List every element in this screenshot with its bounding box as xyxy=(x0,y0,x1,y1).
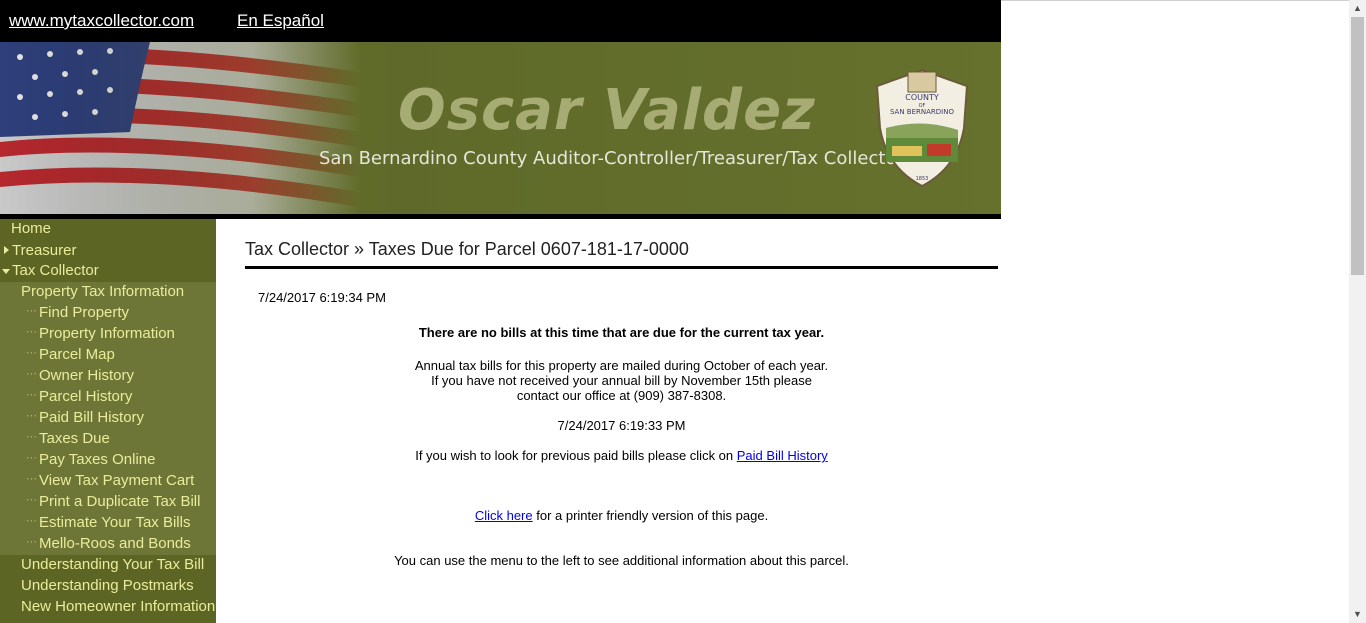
top-bar: www.mytaxcollector.com En Español xyxy=(0,0,1001,42)
sidebar-item-print-duplicate-tax-bill[interactable]: ⋯ Print a Duplicate Tax Bill xyxy=(0,492,216,513)
timestamp-mid: 7/24/2017 6:19:33 PM xyxy=(557,418,686,433)
scrollbar-thumb[interactable] xyxy=(1351,17,1364,275)
sidebar-item-label: Mello-Roos and Bonds xyxy=(39,535,191,552)
official-title: San Bernardino County Auditor-Controller… xyxy=(319,148,904,169)
timestamp-top: 7/24/2017 6:19:34 PM xyxy=(258,290,386,305)
sidebar-item-treasurer[interactable]: Treasurer xyxy=(0,240,216,261)
paid-bill-history-row: If you wish to look for previous paid bi… xyxy=(216,448,1027,463)
sidebar-item-property-tax-information[interactable]: Property Tax Information xyxy=(0,282,216,303)
annual-bill-info-line1: Annual tax bills for this property are m… xyxy=(414,358,829,373)
tree-line-icon: ⋯ xyxy=(26,515,37,527)
sidebar-item-view-tax-payment-cart[interactable]: ⋯ View Tax Payment Cart xyxy=(0,471,216,492)
tree-line-icon: ⋯ xyxy=(26,536,37,548)
header-banner: Oscar Valdez San Bernardino County Audit… xyxy=(0,42,1001,214)
tree-line-icon: ⋯ xyxy=(26,389,37,401)
sidebar-item-find-property[interactable]: ⋯ Find Property xyxy=(0,303,216,324)
spanish-link[interactable]: En Español xyxy=(237,11,324,31)
main-content: Tax Collector » Taxes Due for Parcel 060… xyxy=(216,219,1001,623)
sidebar-item-property-information[interactable]: ⋯ Property Information xyxy=(0,324,216,345)
american-flag-image xyxy=(0,42,360,214)
title-divider xyxy=(245,266,998,269)
tree-line-icon: ⋯ xyxy=(26,452,37,464)
tree-line-icon: ⋯ xyxy=(26,494,37,506)
sidebar-item-parcel-history[interactable]: ⋯ Parcel History xyxy=(0,387,216,408)
sidebar-nav: Home Treasurer Tax Collector Property Ta… xyxy=(0,219,216,623)
sidebar-item-paid-bill-history[interactable]: ⋯ Paid Bill History xyxy=(0,408,216,429)
menu-note: You can use the menu to the left to see … xyxy=(394,553,849,568)
sidebar-item-label: Find Property xyxy=(39,304,130,321)
collapse-arrow-icon xyxy=(2,269,10,274)
sidebar-item-understanding-tax-bill[interactable]: Understanding Your Tax Bill xyxy=(0,555,216,576)
sidebar-item-tax-collector[interactable]: Tax Collector xyxy=(0,261,216,282)
tree-line-icon: ⋯ xyxy=(26,326,37,338)
seal-text-san-bernardino: SAN BERNARDINO xyxy=(890,108,954,116)
sidebar-item-parcel-map[interactable]: ⋯ Parcel Map xyxy=(0,345,216,366)
sidebar-item-label: Treasurer xyxy=(12,242,77,259)
annual-bill-info-line2: If you have not received your annual bil… xyxy=(431,373,812,388)
printer-friendly-link[interactable]: Click here xyxy=(475,508,533,523)
seal-year: 1853 xyxy=(916,176,929,182)
paid-bill-history-link[interactable]: Paid Bill History xyxy=(737,448,828,463)
sidebar-item-label: Parcel Map xyxy=(39,346,115,363)
sidebar-item-estimate-tax-bills[interactable]: ⋯ Estimate Your Tax Bills xyxy=(0,513,216,534)
tree-line-icon: ⋯ xyxy=(26,347,37,359)
printer-friendly-row: Click here for a printer friendly versio… xyxy=(216,508,1027,523)
sidebar-item-label: Tax Collector xyxy=(12,262,99,279)
tree-line-icon: ⋯ xyxy=(26,368,37,380)
sidebar-item-label: New Homeowner Information xyxy=(21,598,216,615)
sidebar-item-understanding-postmarks[interactable]: Understanding Postmarks xyxy=(0,576,216,597)
sidebar-item-label: Parcel History xyxy=(39,388,133,405)
sidebar-item-label: Understanding Your Tax Bill xyxy=(21,556,205,573)
sidebar-item-label: Estimate Your Tax Bills xyxy=(39,514,191,531)
sidebar-item-home[interactable]: Home xyxy=(0,219,216,240)
no-bills-message: There are no bills at this time that are… xyxy=(418,325,825,340)
sidebar-item-mello-roos-and-bonds[interactable]: ⋯ Mello-Roos and Bonds xyxy=(0,534,216,555)
sidebar-item-label: Property Information xyxy=(39,325,175,342)
seal-text-county: COUNTY xyxy=(905,93,939,102)
sidebar-item-label: Property Tax Information xyxy=(21,283,185,300)
sidebar-item-label: Understanding Postmarks xyxy=(21,577,194,594)
expand-arrow-icon xyxy=(4,246,9,254)
window-top-border xyxy=(1001,0,1349,1)
tree-line-icon: ⋯ xyxy=(26,410,37,422)
tree-line-icon: ⋯ xyxy=(26,305,37,317)
sidebar-item-label: Home xyxy=(11,220,52,237)
sidebar-item-label: Taxes Due xyxy=(39,430,110,447)
tree-line-icon: ⋯ xyxy=(26,431,37,443)
paid-bill-prefix: If you wish to look for previous paid bi… xyxy=(415,448,734,463)
sidebar-item-label: Pay Taxes Online xyxy=(39,451,156,468)
scroll-down-arrow-icon[interactable]: ▼ xyxy=(1349,606,1366,623)
official-name: Oscar Valdez xyxy=(398,78,816,143)
annual-bill-info-line3: contact our office at (909) 387-8308. xyxy=(516,388,727,403)
sidebar-item-label: Owner History xyxy=(39,367,135,384)
county-seal-image: COUNTY OF SAN BERNARDINO 1853 xyxy=(875,68,969,188)
sidebar-item-owner-history[interactable]: ⋯ Owner History xyxy=(0,366,216,387)
sidebar-item-label: Paid Bill History xyxy=(39,409,145,426)
site-link[interactable]: www.mytaxcollector.com xyxy=(9,11,194,31)
scroll-up-arrow-icon[interactable]: ▲ xyxy=(1349,0,1366,17)
page-title: Tax Collector » Taxes Due for Parcel 060… xyxy=(245,239,689,259)
printer-friendly-suffix: for a printer friendly version of this p… xyxy=(536,508,769,523)
sidebar-item-label: View Tax Payment Cart xyxy=(39,472,195,489)
tree-line-icon: ⋯ xyxy=(26,473,37,485)
sidebar-item-new-homeowner-information[interactable]: New Homeowner Information xyxy=(0,597,216,618)
sidebar-item-pay-taxes-online[interactable]: ⋯ Pay Taxes Online xyxy=(0,450,216,471)
sidebar-item-label: Print a Duplicate Tax Bill xyxy=(39,493,201,510)
sidebar-item-taxes-due[interactable]: ⋯ Taxes Due xyxy=(0,429,216,450)
